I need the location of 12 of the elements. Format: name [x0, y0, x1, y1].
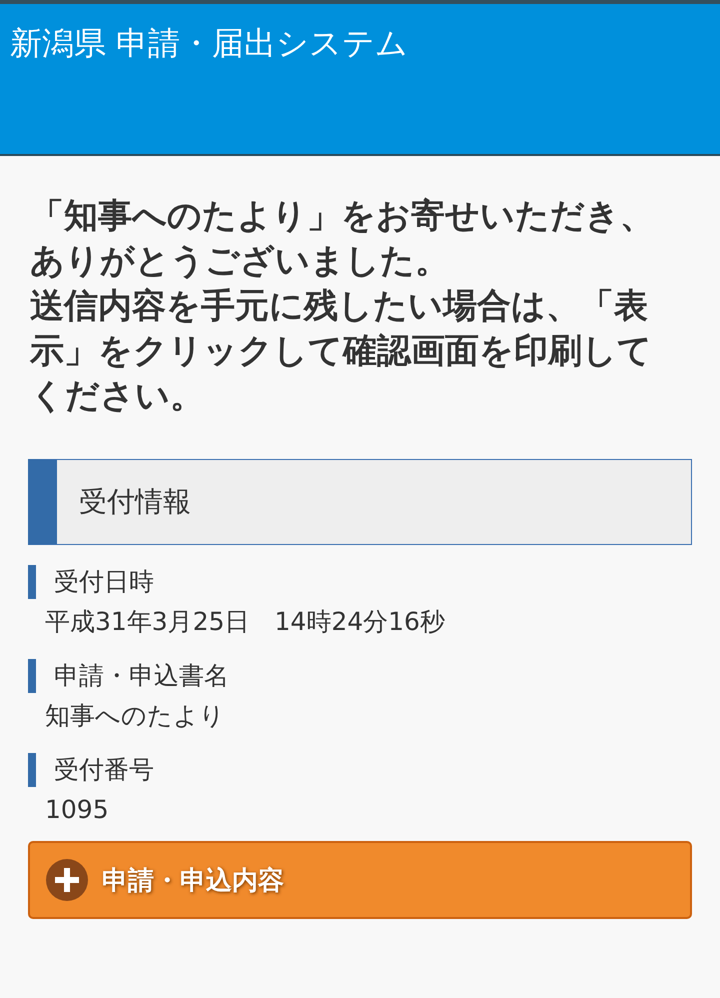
field-label: 受付番号: [28, 753, 692, 787]
plus-icon: [46, 859, 88, 901]
message-text: 「知事へのたより」をお寄せいただき、ありがとうございました。: [30, 195, 655, 283]
field-value: 知事へのたより: [44, 700, 226, 732]
expand-button[interactable]: 申請・申込内容: [28, 841, 692, 919]
site-title: 新潟県 申請・届出システム: [10, 23, 408, 64]
field-value: 1095: [44, 794, 110, 826]
section-title: 受付情報: [79, 484, 191, 520]
field-label: 受付日時: [28, 565, 692, 599]
message-text: 送信内容を手元に残したい場合は、「表示」をクリックして確認画面を印刷してください。: [30, 285, 653, 418]
field-label: 申請・申込書名: [28, 659, 692, 693]
field-value: 平成31年3月25日 14時24分16秒: [44, 606, 446, 638]
